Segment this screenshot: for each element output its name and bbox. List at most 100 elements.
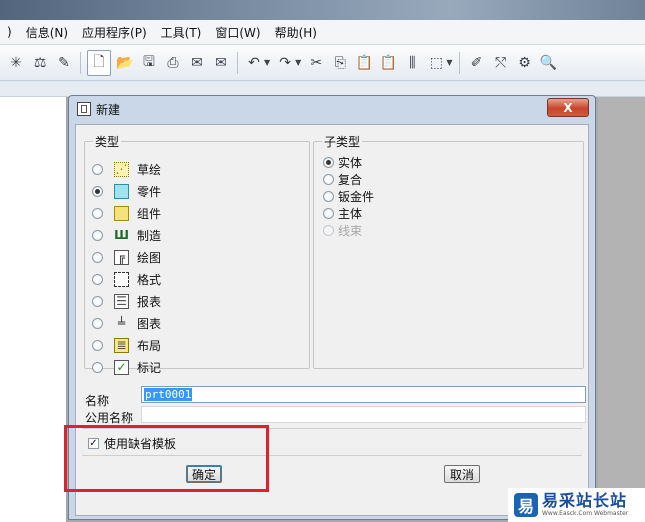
open-folder-icon[interactable]: 📂 bbox=[115, 52, 135, 74]
format-icon bbox=[114, 271, 129, 287]
undo-icon[interactable]: ↶ bbox=[244, 52, 264, 74]
site-logo-icon: 易 bbox=[514, 493, 538, 517]
menu-item-window[interactable]: 窗口(W) bbox=[208, 24, 267, 41]
new-file-icon[interactable]: 🗋 bbox=[87, 49, 111, 76]
subtype-option-composite[interactable]: 复合 bbox=[323, 171, 362, 187]
type-legend: 类型 bbox=[95, 135, 120, 149]
zoom-icon[interactable]: 🔍 bbox=[538, 52, 558, 74]
markup-icon: ✓ bbox=[114, 359, 129, 375]
pivot-icon[interactable]: ✳ bbox=[6, 52, 26, 74]
dialog-titlebar[interactable]: 新建 X bbox=[69, 96, 595, 122]
type-option-markup[interactable]: ✓ 标记 bbox=[92, 358, 161, 376]
radio-button[interactable] bbox=[323, 207, 334, 219]
menu-item-tools[interactable]: 工具(T) bbox=[154, 24, 209, 41]
menu-item-help[interactable]: 帮助(H) bbox=[268, 24, 324, 41]
radio-button[interactable] bbox=[323, 156, 334, 168]
array-icon[interactable]: ⫼ bbox=[402, 52, 422, 74]
menu-item-partial[interactable]: ) bbox=[0, 25, 19, 39]
radio-button[interactable] bbox=[92, 339, 103, 351]
sketch-icon: ⋰ bbox=[114, 161, 129, 177]
radio-button[interactable] bbox=[323, 190, 334, 202]
radio-button[interactable] bbox=[92, 185, 103, 197]
type-label: 零件 bbox=[137, 184, 162, 199]
type-option-layout[interactable]: ≣ 布局 bbox=[92, 336, 161, 354]
subtype-label: 主体 bbox=[338, 206, 363, 221]
radio-button[interactable] bbox=[92, 207, 103, 219]
type-label: 格式 bbox=[137, 272, 162, 287]
type-label: 草绘 bbox=[137, 162, 162, 177]
regen-icon[interactable]: ⚙ bbox=[514, 52, 534, 74]
radio-button[interactable] bbox=[92, 251, 103, 263]
common-name-label: 公用名称 bbox=[85, 411, 134, 425]
radio-button[interactable] bbox=[323, 173, 334, 185]
type-label: 报表 bbox=[137, 294, 162, 309]
layout-icon: ≣ bbox=[114, 337, 129, 353]
type-option-manufacturing[interactable]: Ш 制造 bbox=[92, 226, 161, 244]
subtype-label: 实体 bbox=[338, 155, 363, 170]
radio-button[interactable] bbox=[92, 317, 103, 329]
subtype-option-sheetmetal[interactable]: 钣金件 bbox=[323, 188, 374, 204]
dialog-app-icon bbox=[77, 102, 91, 116]
right-panel bbox=[598, 97, 645, 522]
type-option-sketch[interactable]: ⋰ 草绘 bbox=[92, 160, 161, 178]
subtype-group: 子类型 实体 复合 钣金件 主体 线束 bbox=[313, 133, 584, 369]
copy-icon[interactable]: ⎘ bbox=[330, 52, 350, 74]
window-top-strip bbox=[0, 0, 645, 20]
menu-item-info[interactable]: 信息(N) bbox=[19, 24, 75, 41]
redo-dropdown-icon[interactable]: ▼ bbox=[295, 58, 301, 67]
radio-button[interactable] bbox=[92, 163, 103, 175]
subtype-option-solid[interactable]: 实体 bbox=[323, 154, 362, 170]
manufacturing-icon: Ш bbox=[114, 228, 129, 242]
radio-button[interactable] bbox=[92, 295, 103, 307]
undo-dropdown-icon[interactable]: ▼ bbox=[264, 58, 270, 67]
name-label: 名称 bbox=[85, 394, 110, 408]
pattern-icon[interactable]: ⤲ bbox=[490, 52, 510, 74]
paste-special-icon[interactable]: 📋 bbox=[378, 52, 398, 74]
dialog-title: 新建 bbox=[96, 102, 121, 117]
type-label: 绘图 bbox=[137, 250, 162, 265]
radio-button[interactable] bbox=[92, 361, 103, 373]
cut-icon[interactable]: ✂ bbox=[306, 52, 326, 74]
sketch-tool-icon[interactable]: ✐ bbox=[466, 52, 486, 74]
subtype-legend: 子类型 bbox=[324, 135, 361, 149]
select-box-icon[interactable]: ⬚ bbox=[426, 52, 446, 74]
type-option-drawing[interactable]: ╔ 绘图 bbox=[92, 248, 161, 266]
mail-attach-icon[interactable]: ✉ bbox=[211, 52, 231, 74]
redo-icon[interactable]: ↷ bbox=[275, 52, 295, 74]
pencil-icon[interactable]: ✎ bbox=[54, 52, 74, 74]
cancel-button[interactable]: 取消 bbox=[444, 465, 480, 483]
type-label: 组件 bbox=[137, 206, 162, 221]
type-option-diagram[interactable]: ╧ 图表 bbox=[92, 314, 161, 332]
subtype-option-harness: 线束 bbox=[323, 222, 362, 238]
subtype-label: 复合 bbox=[338, 172, 363, 187]
part-icon bbox=[114, 183, 129, 199]
type-option-report[interactable]: ☰ 报表 bbox=[92, 292, 161, 310]
common-name-field[interactable] bbox=[141, 406, 586, 423]
name-field-value: prt0001 bbox=[144, 388, 193, 401]
select-dropdown-icon[interactable]: ▼ bbox=[446, 58, 452, 67]
assembly-icon bbox=[114, 205, 129, 221]
watermark-subtext: Www.Easck.Com Webmaster bbox=[542, 510, 629, 517]
type-label: 布局 bbox=[137, 338, 162, 353]
datum-icon[interactable]: ⚖ bbox=[30, 52, 50, 74]
toolbar-separator bbox=[80, 51, 81, 74]
watermark-text: 易采站长站 bbox=[542, 491, 628, 510]
type-option-assembly[interactable]: 组件 bbox=[92, 204, 161, 222]
radio-button[interactable] bbox=[92, 273, 103, 285]
type-label: 制造 bbox=[137, 228, 162, 243]
subtype-option-bulk[interactable]: 主体 bbox=[323, 205, 362, 221]
menu-bar: ) 信息(N) 应用程序(P) 工具(T) 窗口(W) 帮助(H) bbox=[0, 20, 645, 45]
menu-item-applications[interactable]: 应用程序(P) bbox=[75, 24, 154, 41]
type-group: 类型 ⋰ 草绘 零件 组件 Ш 制造 ╔ 绘图 格式 ☰ 报表 ╧ 图表 ≣ 布… bbox=[84, 133, 310, 375]
type-option-part[interactable]: 零件 bbox=[92, 182, 161, 200]
diagram-icon: ╧ bbox=[117, 316, 126, 330]
type-option-format[interactable]: 格式 bbox=[92, 270, 161, 288]
subtype-label: 线束 bbox=[338, 223, 363, 238]
print-icon[interactable]: ⎙ bbox=[163, 52, 183, 74]
save-icon[interactable]: 🖫 bbox=[139, 52, 159, 74]
name-field[interactable]: prt0001 bbox=[141, 386, 586, 403]
paste-icon[interactable]: 📋 bbox=[354, 52, 374, 74]
close-button[interactable]: X bbox=[547, 98, 589, 117]
radio-button[interactable] bbox=[92, 229, 103, 241]
mail-icon[interactable]: ✉ bbox=[187, 52, 207, 74]
